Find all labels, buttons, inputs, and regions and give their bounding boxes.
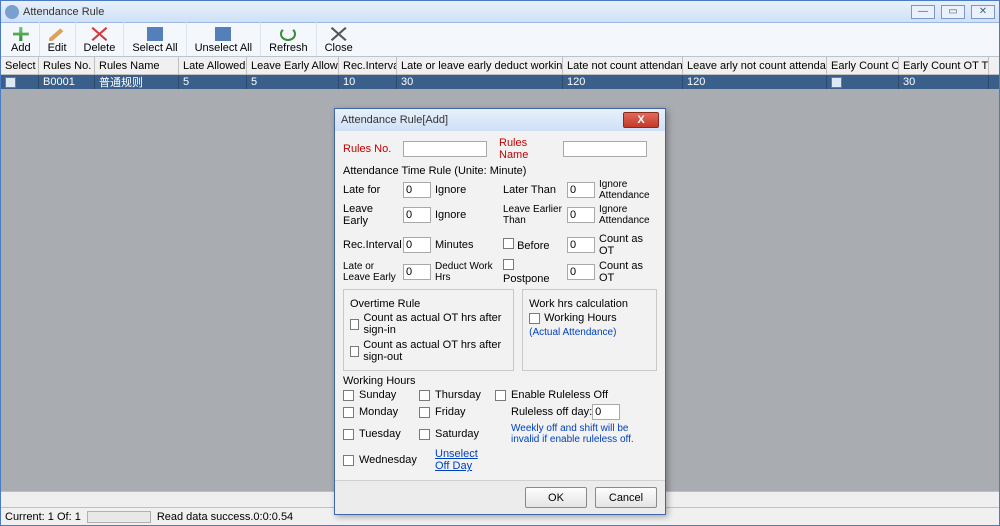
before-checkbox[interactable]	[503, 238, 514, 249]
col-rec-interval[interactable]: Rec.Interval	[339, 57, 397, 74]
col-deduct[interactable]: Late or leave early deduct working hrs	[397, 57, 563, 74]
later-than-input[interactable]	[567, 182, 595, 198]
close-window-button[interactable]: ✕	[971, 5, 995, 19]
leave-earlier-input[interactable]	[567, 207, 595, 223]
tuesday-checkbox[interactable]	[343, 429, 354, 440]
dialog-title: Attendance Rule[Add]	[341, 114, 623, 126]
rec-interval-input[interactable]	[403, 237, 431, 253]
row-ot-checkbox[interactable]	[831, 77, 842, 88]
col-rules-name[interactable]: Rules Name	[95, 57, 179, 74]
row-checkbox[interactable]	[5, 77, 16, 88]
col-late-allowed[interactable]: Late Allowed	[179, 57, 247, 74]
postpone-checkbox[interactable]	[503, 259, 514, 270]
postpone-input[interactable]	[567, 264, 595, 280]
enable-ruleless-checkbox[interactable]	[495, 390, 506, 401]
dialog-close-button[interactable]: X	[623, 112, 659, 128]
col-early-ot-time[interactable]: Early Count OT Time	[899, 57, 989, 74]
refresh-icon	[280, 27, 296, 41]
col-leave-not-count[interactable]: Leave arly not count attendance	[683, 57, 827, 74]
ruleless-off-input[interactable]	[592, 404, 620, 420]
close-icon	[331, 27, 347, 41]
col-late-not-count[interactable]: Late not count attendance	[563, 57, 683, 74]
col-early-ot[interactable]: Early Count OT	[827, 57, 899, 74]
thursday-checkbox[interactable]	[419, 390, 430, 401]
friday-checkbox[interactable]	[419, 407, 430, 418]
plus-icon	[13, 27, 29, 41]
close-button[interactable]: Close	[317, 22, 361, 56]
ot-signin-checkbox[interactable]	[350, 319, 359, 330]
unselect-off-day-link[interactable]: Unselect Off Day	[435, 448, 491, 472]
before-input[interactable]	[567, 237, 595, 253]
saturday-checkbox[interactable]	[419, 429, 430, 440]
late-leave-input[interactable]	[403, 264, 431, 280]
unselect-all-button[interactable]: Unselect All	[187, 22, 261, 56]
overtime-rule-group: Overtime Rule Count as actual OT hrs aft…	[343, 289, 514, 371]
unselect-all-icon	[215, 27, 231, 41]
add-button[interactable]: Add	[3, 22, 40, 56]
cancel-button[interactable]: Cancel	[595, 487, 657, 508]
progress-bar	[87, 511, 151, 523]
status-message: Read data success.0:0:0.54	[157, 511, 293, 523]
window-title: Attendance Rule	[23, 6, 911, 18]
late-for-input[interactable]	[403, 182, 431, 198]
add-dialog: Attendance Rule[Add] X Rules No. Rules N…	[334, 108, 666, 515]
x-icon	[91, 27, 107, 41]
app-icon	[5, 5, 19, 19]
wednesday-checkbox[interactable]	[343, 455, 354, 466]
refresh-button[interactable]: Refresh	[261, 22, 317, 56]
table-row[interactable]: B0001 普通规则 5 5 10 30 120 120 30	[1, 75, 999, 89]
minimize-button[interactable]: —	[911, 5, 935, 19]
ot-signout-checkbox[interactable]	[350, 346, 359, 357]
work-hrs-calc-group: Work hrs calculation Working Hours (Actu…	[522, 289, 657, 371]
leave-early-input[interactable]	[403, 207, 431, 223]
toolbar: Add Edit Delete Select All Unselect All …	[1, 23, 999, 57]
delete-button[interactable]: Delete	[76, 22, 125, 56]
select-all-button[interactable]: Select All	[124, 22, 186, 56]
col-leave-early[interactable]: Leave Early Allowed	[247, 57, 339, 74]
monday-checkbox[interactable]	[343, 407, 354, 418]
dialog-titlebar: Attendance Rule[Add] X	[335, 109, 665, 131]
ok-button[interactable]: OK	[525, 487, 587, 508]
maximize-button[interactable]: ▭	[941, 5, 965, 19]
sunday-checkbox[interactable]	[343, 390, 354, 401]
time-rule-section: Attendance Time Rule (Unite: Minute)	[343, 165, 657, 177]
col-select[interactable]: Select	[1, 57, 39, 74]
rules-name-input[interactable]	[563, 141, 647, 157]
rules-no-label: Rules No.	[343, 143, 399, 155]
rules-name-label: Rules Name	[499, 137, 559, 161]
rules-no-input[interactable]	[403, 141, 487, 157]
edit-button[interactable]: Edit	[40, 22, 76, 56]
titlebar: Attendance Rule — ▭ ✕	[1, 1, 999, 23]
col-rules-no[interactable]: Rules No.	[39, 57, 95, 74]
grid-header: Select Rules No. Rules Name Late Allowed…	[1, 57, 999, 75]
status-current: Current: 1 Of: 1	[5, 511, 81, 523]
pencil-icon	[49, 27, 65, 41]
working-hours-checkbox[interactable]	[529, 313, 540, 324]
select-all-icon	[147, 27, 163, 41]
